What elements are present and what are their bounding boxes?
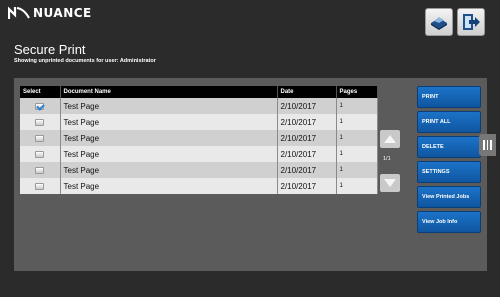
view-printed-jobs-button[interactable]: View Printed Jobs bbox=[417, 186, 481, 208]
logo-text: NUANCE bbox=[33, 6, 92, 20]
date-cell: 2/10/2017 bbox=[277, 130, 337, 146]
side-panel-handle[interactable] bbox=[479, 134, 496, 156]
column-header-document-name[interactable]: Document Name bbox=[60, 86, 278, 98]
table-header-row: Select Document Name Date Pages bbox=[20, 86, 378, 98]
nuance-logo-icon bbox=[8, 6, 30, 19]
document-table: Select Document Name Date Pages Test Pag… bbox=[20, 86, 378, 194]
row-checkbox[interactable] bbox=[35, 118, 45, 126]
document-name-cell: Test Page bbox=[60, 178, 278, 194]
select-cell bbox=[20, 114, 61, 130]
action-buttons: PRINT PRINT ALL DELETE SETTINGS View Pri… bbox=[417, 86, 481, 236]
drag-handle-icon bbox=[486, 140, 489, 150]
print-all-button[interactable]: PRINT ALL bbox=[417, 111, 481, 133]
select-cell bbox=[20, 146, 61, 162]
document-name-cell: Test Page bbox=[60, 98, 278, 114]
logout-button[interactable] bbox=[457, 8, 485, 36]
date-cell: 2/10/2017 bbox=[277, 162, 337, 178]
page-subtitle: Showing unprinted documents for user: Ad… bbox=[14, 58, 156, 64]
main-panel: Select Document Name Date Pages Test Pag… bbox=[14, 78, 487, 271]
view-job-info-button[interactable]: View Job Info bbox=[417, 211, 481, 233]
table-row[interactable]: Test Page 2/10/2017 1 bbox=[20, 178, 378, 194]
document-name-cell: Test Page bbox=[60, 162, 278, 178]
document-name-cell: Test Page bbox=[60, 114, 278, 130]
row-checkbox[interactable] bbox=[35, 150, 45, 158]
pages-cell: 1 bbox=[336, 130, 378, 146]
date-cell: 2/10/2017 bbox=[277, 114, 337, 130]
pages-cell: 1 bbox=[336, 178, 378, 194]
table-row[interactable]: Test Page 2/10/2017 1 bbox=[20, 130, 378, 146]
column-header-pages[interactable]: Pages bbox=[336, 86, 378, 98]
logout-icon bbox=[463, 14, 480, 30]
select-cell bbox=[20, 162, 61, 178]
date-cell: 2/10/2017 bbox=[277, 98, 337, 114]
page-down-button[interactable] bbox=[380, 174, 400, 192]
row-checkbox[interactable] bbox=[35, 102, 45, 110]
document-name-cell: Test Page bbox=[60, 130, 278, 146]
scanner-button[interactable] bbox=[425, 8, 453, 36]
row-checkbox[interactable] bbox=[35, 166, 45, 174]
print-button[interactable]: PRINT bbox=[417, 86, 481, 108]
settings-button[interactable]: SETTINGS bbox=[417, 161, 481, 183]
scanner-icon bbox=[431, 17, 447, 30]
select-cell bbox=[20, 130, 61, 146]
arrow-down-icon bbox=[384, 179, 396, 187]
document-name-cell: Test Page bbox=[60, 146, 278, 162]
table-row[interactable]: Test Page 2/10/2017 1 bbox=[20, 114, 378, 130]
pages-cell: 1 bbox=[336, 114, 378, 130]
nuance-logo: NUANCE bbox=[8, 6, 92, 20]
pages-cell: 1 bbox=[336, 162, 378, 178]
row-checkbox[interactable] bbox=[35, 182, 45, 190]
column-header-select[interactable]: Select bbox=[20, 86, 61, 98]
page-up-button[interactable] bbox=[380, 130, 400, 148]
table-row[interactable]: Test Page 2/10/2017 1 bbox=[20, 162, 378, 178]
select-cell bbox=[20, 98, 61, 114]
row-checkbox[interactable] bbox=[35, 134, 45, 142]
page-indicator: 1/1 bbox=[383, 156, 391, 162]
select-cell bbox=[20, 178, 61, 194]
arrow-up-icon bbox=[384, 135, 396, 143]
page-title: Secure Print bbox=[14, 42, 86, 57]
date-cell: 2/10/2017 bbox=[277, 178, 337, 194]
pages-cell: 1 bbox=[336, 98, 378, 114]
pages-cell: 1 bbox=[336, 146, 378, 162]
date-cell: 2/10/2017 bbox=[277, 146, 337, 162]
drag-handle-icon bbox=[490, 140, 492, 150]
drag-handle-icon bbox=[483, 140, 485, 150]
secure-print-screen: NUANCE Secure Print Showing unprinted do… bbox=[0, 0, 500, 297]
delete-button[interactable]: DELETE bbox=[417, 136, 481, 158]
column-header-date[interactable]: Date bbox=[277, 86, 337, 98]
table-row[interactable]: Test Page 2/10/2017 1 bbox=[20, 98, 378, 114]
table-row[interactable]: Test Page 2/10/2017 1 bbox=[20, 146, 378, 162]
